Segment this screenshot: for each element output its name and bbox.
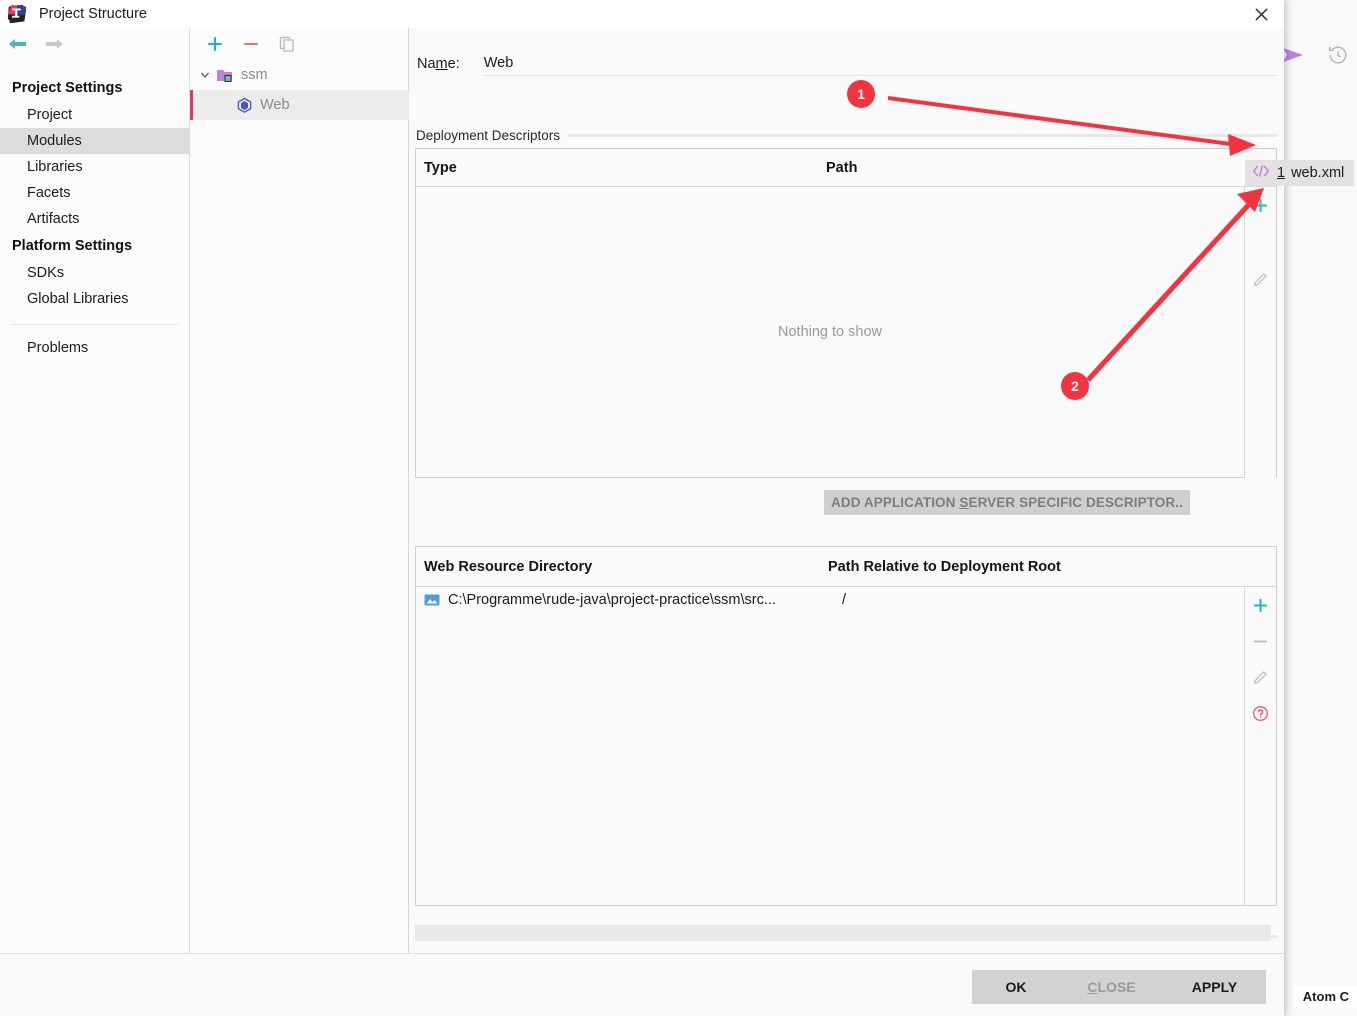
sidebar-item-libraries[interactable]: Libraries [0,154,190,180]
folder-blue-icon [424,593,440,607]
history-icon[interactable] [1327,44,1349,71]
sidebar-item-facets[interactable]: Facets [0,180,190,206]
close-icon[interactable] [1238,0,1284,28]
sidebar-item-sdks[interactable]: SDKs [0,260,190,286]
sidebar-group-platform-settings: Platform Settings [12,238,133,254]
dialog-title: Project Structure [39,6,147,22]
add-application-server-descriptor-button[interactable]: ADD APPLICATION SERVER SPECIFIC DESCRIPT… [824,490,1190,515]
deployment-descriptors-table: Type Path Nothing to show [415,148,1277,478]
remove-module-button[interactable] [238,31,264,57]
tree-node-ssm[interactable]: ssm [190,60,409,90]
table-header-row: Web Resource Directory Path Relative to … [416,547,1276,587]
descriptor-popup-menu-item-web-xml[interactable]: 1 web.xml [1245,160,1355,186]
tree-node-label: Web [260,97,290,113]
settings-sidebar: Project Settings Project Modules Librari… [0,28,190,1000]
column-header-web-resource-directory: Web Resource Directory [424,558,593,575]
dialog-button-bar: OK CLOSE APPLY [0,953,1284,1016]
module-detail-panel: Name: Web Deployment Descriptors Type Pa… [409,28,1284,953]
tree-node-label: ssm [241,67,268,83]
table-row[interactable]: C:\Programme\rude-java\project-practice\… [416,587,1276,613]
modules-tree-panel: ssm Web [190,28,409,953]
remove-web-resource-button[interactable] [1249,629,1273,653]
ide-status-chip: Atom C [1292,985,1357,1008]
arrow-left-icon[interactable] [8,36,28,57]
sidebar-item-artifacts[interactable]: Artifacts [0,206,190,232]
navigation-arrows [8,36,64,57]
sidebar-divider [12,324,178,325]
add-module-button[interactable] [202,31,228,57]
cell-path-relative: / [842,592,847,608]
add-web-resource-button[interactable] [1249,593,1273,617]
sidebar-item-problems[interactable]: Problems [0,335,190,361]
dialog-titlebar: Project Structure [0,0,1284,28]
popup-item-number: 1 [1277,165,1286,181]
arrow-right-icon[interactable] [44,36,64,57]
module-name-row: Name: Web [417,46,1277,76]
module-name-input[interactable]: Web [483,55,1277,76]
empty-state-message: Nothing to show [778,324,882,340]
modules-tree-body: ssm Web [190,60,409,120]
send-icon[interactable] [1281,44,1307,71]
sidebar-item-project[interactable]: Project [0,102,190,128]
table-header-row: Type Path [416,149,1276,187]
deployment-descriptors-section-header: Deployment Descriptors [416,128,1277,143]
column-header-type: Type [424,159,457,176]
intellij-idea-logo-icon [6,3,28,25]
web-resource-directories-toolbar [1244,587,1276,905]
module-folder-icon [217,68,234,83]
popup-item-label: web.xml [1291,165,1345,181]
copy-module-button[interactable] [274,31,300,57]
cell-web-resource-directory: C:\Programme\rude-java\project-practice\… [448,592,776,608]
apply-button[interactable]: APPLY [1163,970,1266,1004]
web-resource-help-icon[interactable] [1249,701,1273,725]
column-header-path: Path [826,159,858,176]
close-button[interactable]: CLOSE [1060,970,1163,1004]
web-resource-directories-table: Web Resource Directory Path Relative to … [415,546,1277,906]
column-header-path-relative: Path Relative to Deployment Root [828,558,1061,575]
edit-web-resource-button[interactable] [1249,665,1273,689]
deployment-descriptors-toolbar [1244,187,1276,478]
modules-tree-toolbar [190,28,409,60]
add-descriptor-button[interactable] [1249,193,1273,217]
section-label: Deployment Descriptors [416,128,561,143]
ok-button[interactable]: OK [972,970,1060,1004]
sidebar-group-project-settings: Project Settings [12,80,123,96]
tree-node-web[interactable]: Web [190,90,409,120]
sidebar-item-global-libraries[interactable]: Global Libraries [0,286,190,312]
sidebar-item-modules[interactable]: Modules [0,128,190,154]
settings-list: Project Settings Project Modules Librari… [0,74,190,361]
code-tag-icon [1251,163,1271,183]
module-name-label: Name: [417,56,460,72]
project-structure-dialog: Project Structure Project Settings Proje… [0,0,1284,1016]
source-roots-scrollbar[interactable] [415,925,1271,941]
edit-descriptor-button[interactable] [1249,267,1273,291]
chevron-down-icon[interactable] [199,69,213,81]
web-facet-icon [236,97,253,114]
section-divider [568,134,1277,137]
